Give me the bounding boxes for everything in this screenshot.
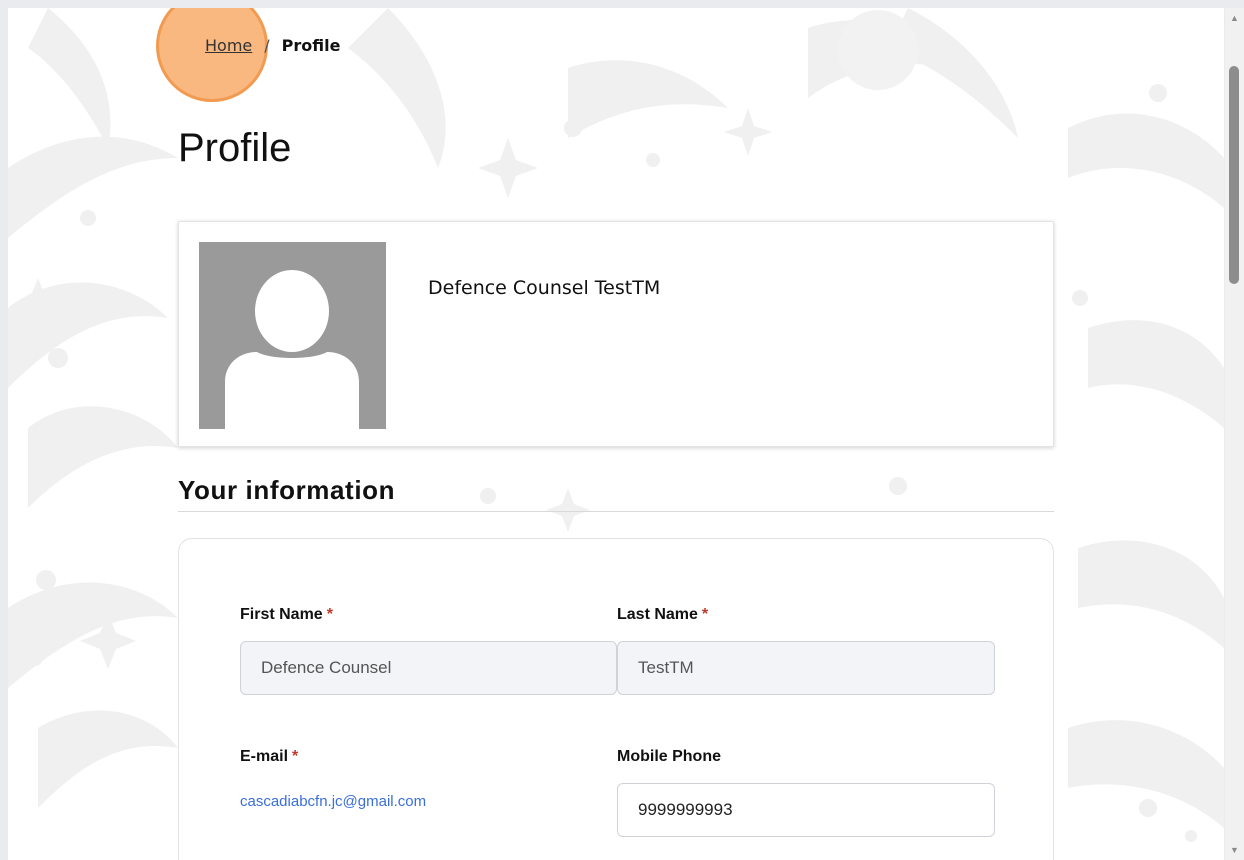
- email-required-mark: *: [292, 748, 299, 765]
- last-name-required-mark: *: [701, 606, 709, 623]
- mobile-phone-label-text: Mobile Phone: [617, 748, 721, 765]
- email-label-text: E-mail: [240, 748, 289, 765]
- page-scrollbar[interactable]: ▲ ▼: [1225, 8, 1244, 860]
- breadcrumb: Home / Profile: [205, 36, 340, 55]
- section-divider: [178, 511, 1054, 512]
- profile-display-name: Defence Counsel TestTM: [428, 277, 661, 299]
- last-name-input[interactable]: [617, 641, 995, 695]
- first-name-label: First Name *: [240, 606, 333, 624]
- first-name-label-text: First Name: [240, 606, 323, 623]
- scroll-down-arrow-icon[interactable]: ▼: [1225, 842, 1244, 858]
- page-title: Profile: [178, 126, 292, 170]
- last-name-label: Last Name *: [617, 606, 708, 624]
- mobile-phone-label: Mobile Phone: [617, 748, 721, 766]
- click-highlight-marker: [156, 8, 268, 102]
- information-form-card: First Name* Last Name* E-mail* cascadiab…: [178, 538, 1054, 860]
- first-name-input[interactable]: [240, 641, 617, 695]
- scroll-up-arrow-icon[interactable]: ▲: [1225, 10, 1244, 26]
- last-name-label-text: Last Name: [617, 606, 698, 623]
- avatar: [199, 242, 386, 429]
- page-content: Home / Profile Profile Defence Counsel T…: [8, 8, 1224, 860]
- breadcrumb-home-link[interactable]: Home: [205, 36, 252, 55]
- user-silhouette-icon: [225, 270, 359, 429]
- profile-card: Defence Counsel TestTM: [178, 221, 1054, 447]
- section-title-your-information: Your information: [178, 475, 396, 505]
- email-value: cascadiabcfn.jc@gmail.com: [240, 793, 427, 810]
- scrollbar-thumb[interactable]: [1229, 66, 1239, 284]
- email-label: E-mail *: [240, 748, 298, 766]
- first-name-required-mark: *: [326, 606, 333, 623]
- breadcrumb-separator: /: [264, 36, 270, 55]
- breadcrumb-current: Profile: [281, 36, 341, 55]
- mobile-phone-input[interactable]: [617, 783, 995, 837]
- page-viewport: Home / Profile Profile Defence Counsel T…: [8, 8, 1224, 860]
